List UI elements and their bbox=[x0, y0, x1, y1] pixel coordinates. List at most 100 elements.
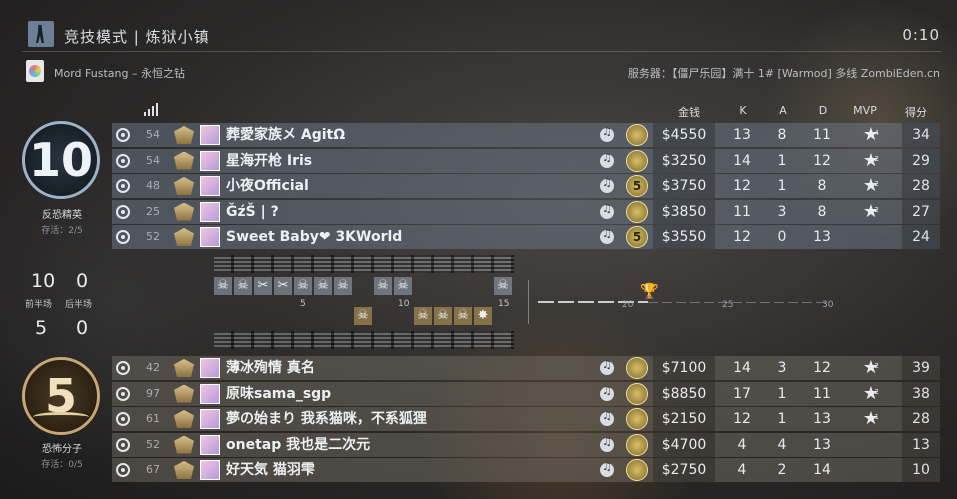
music-note-icon bbox=[600, 409, 614, 426]
player-kills: 4 bbox=[737, 436, 747, 453]
coin-icon bbox=[626, 382, 648, 405]
skull-icon: ☠ bbox=[394, 277, 412, 295]
first-half-label: 前半场 bbox=[25, 300, 53, 310]
player-assists: 1 bbox=[777, 385, 787, 402]
player-level: 54 bbox=[146, 153, 160, 167]
avatar[interactable] bbox=[200, 460, 220, 480]
player-name[interactable]: 好天気 猫羽雫 bbox=[226, 458, 315, 482]
spectate-icon[interactable] bbox=[112, 382, 134, 406]
player-score: 38 bbox=[902, 381, 940, 406]
skull-icon: ☠ bbox=[434, 307, 452, 325]
player-row[interactable]: 97原味sama_sgp$885017111★238 bbox=[112, 381, 940, 406]
player-assists: 4 bbox=[777, 436, 787, 453]
avatar[interactable] bbox=[200, 383, 220, 404]
scoreboard-header: 竞技模式 | 炼狱小镇 0:10 bbox=[22, 18, 942, 52]
skull-icon: ☠ bbox=[454, 307, 472, 325]
avatar[interactable] bbox=[200, 409, 220, 429]
coin-number bbox=[627, 384, 647, 404]
avatar[interactable] bbox=[200, 358, 220, 378]
spectate-icon[interactable] bbox=[112, 356, 134, 380]
player-assists: 1 bbox=[777, 178, 787, 194]
avatar[interactable] bbox=[200, 150, 220, 171]
player-level: 48 bbox=[146, 179, 160, 192]
avatar[interactable] bbox=[200, 434, 220, 455]
avatar[interactable] bbox=[200, 125, 220, 145]
coin-icon bbox=[626, 433, 648, 456]
player-score: 34 bbox=[902, 123, 940, 147]
coin-icon: 5 bbox=[626, 175, 648, 197]
player-score: 13 bbox=[902, 432, 940, 457]
player-row[interactable]: 54 葬愛家族メ AgitΩ $4550 13 8 11 ★4 34 bbox=[112, 123, 940, 147]
player-kills: 11 bbox=[733, 203, 751, 220]
player-assists: 1 bbox=[777, 411, 787, 427]
coin-number: 5 bbox=[632, 179, 642, 193]
t-first-half-score: 5 bbox=[35, 317, 48, 339]
game-mode-title: 竞技模式 | 炼狱小镇 bbox=[64, 28, 210, 46]
column-kills: K bbox=[739, 104, 747, 117]
map-name: Mord Fustang – 永恒之钻 bbox=[54, 67, 185, 80]
spectate-icon[interactable] bbox=[112, 225, 134, 249]
avatar[interactable] bbox=[200, 201, 220, 222]
player-name[interactable]: Sweet Baby❤ 3KWorld bbox=[226, 225, 402, 249]
player-name[interactable]: 葬愛家族メ AgitΩ bbox=[226, 123, 345, 147]
music-note-icon bbox=[600, 384, 614, 401]
player-name[interactable]: 夢の始まり 我系猫咪，不系狐狸 bbox=[226, 407, 427, 431]
column-mvp: MVP bbox=[853, 104, 877, 117]
player-name[interactable]: 薄冰殉情 真名 bbox=[226, 356, 315, 380]
player-row[interactable]: 54 星海开枪 Iris $3250 14 1 12 ★2 29 bbox=[112, 148, 940, 173]
player-level: 97 bbox=[146, 386, 160, 400]
player-money: $3250 bbox=[661, 152, 707, 169]
server-name: 服务器：【僵尸乐园】满十 1# [Warmod] 多线 ZombiEden.cn bbox=[627, 67, 940, 80]
spectate-icon[interactable] bbox=[112, 458, 134, 482]
coin-number bbox=[627, 409, 647, 429]
player-level: 25 bbox=[146, 204, 160, 218]
player-money: $8850 bbox=[661, 385, 707, 402]
spectate-icon[interactable] bbox=[112, 174, 134, 198]
spectate-icon[interactable] bbox=[112, 407, 134, 431]
coin-number: 5 bbox=[632, 230, 642, 244]
spectate-icon[interactable] bbox=[112, 433, 134, 457]
coin-number bbox=[627, 125, 647, 145]
player-name[interactable]: ĞźŠ | ? bbox=[226, 200, 279, 224]
column-score: 得分 bbox=[905, 106, 927, 119]
player-kills: 13 bbox=[733, 127, 751, 143]
player-row[interactable]: 25 ĞźŠ | ? $3850 11 3 8 ★2 27 bbox=[112, 199, 940, 224]
skull-icon: ☠ bbox=[414, 307, 432, 325]
avatar[interactable] bbox=[200, 176, 220, 196]
music-note-icon bbox=[600, 151, 614, 168]
ct-team-score: 10 bbox=[28, 133, 93, 187]
star-icon: ★ 2 bbox=[856, 200, 886, 224]
rank-icon bbox=[174, 384, 194, 403]
mvp-count: 4 bbox=[874, 129, 879, 137]
player-kills: 12 bbox=[733, 411, 751, 427]
timeline-future bbox=[648, 302, 828, 303]
player-deaths: 11 bbox=[813, 385, 831, 402]
player-assists: 0 bbox=[777, 229, 787, 245]
star-icon: ★ 4 bbox=[856, 123, 886, 147]
player-name[interactable]: 小夜Official bbox=[226, 174, 309, 198]
second-half-label: 后半场 bbox=[65, 300, 93, 310]
player-row[interactable]: 67 好天気 猫羽雫 $2750 4 2 14 10 bbox=[112, 458, 940, 482]
mvp-count: 2 bbox=[874, 154, 879, 163]
column-money: 金钱 bbox=[678, 106, 700, 119]
spectate-icon[interactable] bbox=[112, 149, 134, 173]
coin-number bbox=[627, 460, 647, 480]
spectate-icon[interactable] bbox=[112, 200, 134, 224]
t-team-alive: 存活：0/5 bbox=[41, 460, 83, 470]
player-name[interactable]: 星海开枪 Iris bbox=[226, 149, 312, 173]
spectate-icon[interactable] bbox=[112, 123, 134, 147]
player-level: 52 bbox=[146, 230, 160, 243]
player-row[interactable]: 61 夢の始まり 我系猫咪，不系狐狸 $2150 12 1 13 ★1 28 bbox=[112, 407, 940, 431]
player-row[interactable]: 42 薄冰殉情 真名 $7100 14 3 12 ★2 39 bbox=[112, 356, 940, 380]
player-row[interactable]: 48 小夜Official 5 $3750 12 1 8 ★2 28 bbox=[112, 174, 940, 198]
coin-number bbox=[627, 358, 647, 378]
music-note-icon bbox=[600, 125, 614, 142]
player-row[interactable]: 52 onetap 我也是二次元 $4700 4 4 13 13 bbox=[112, 432, 940, 457]
avatar[interactable] bbox=[200, 227, 220, 247]
rank-icon bbox=[174, 461, 194, 479]
player-name[interactable]: 原味sama_sgp bbox=[226, 382, 331, 406]
player-name[interactable]: onetap 我也是二次元 bbox=[226, 433, 370, 457]
player-row[interactable]: 52 Sweet Baby❤ 3KWorld 5 $3550 12 0 13 24 bbox=[112, 225, 940, 249]
coin-icon bbox=[626, 149, 648, 172]
round-timer: 0:10 bbox=[902, 26, 940, 44]
